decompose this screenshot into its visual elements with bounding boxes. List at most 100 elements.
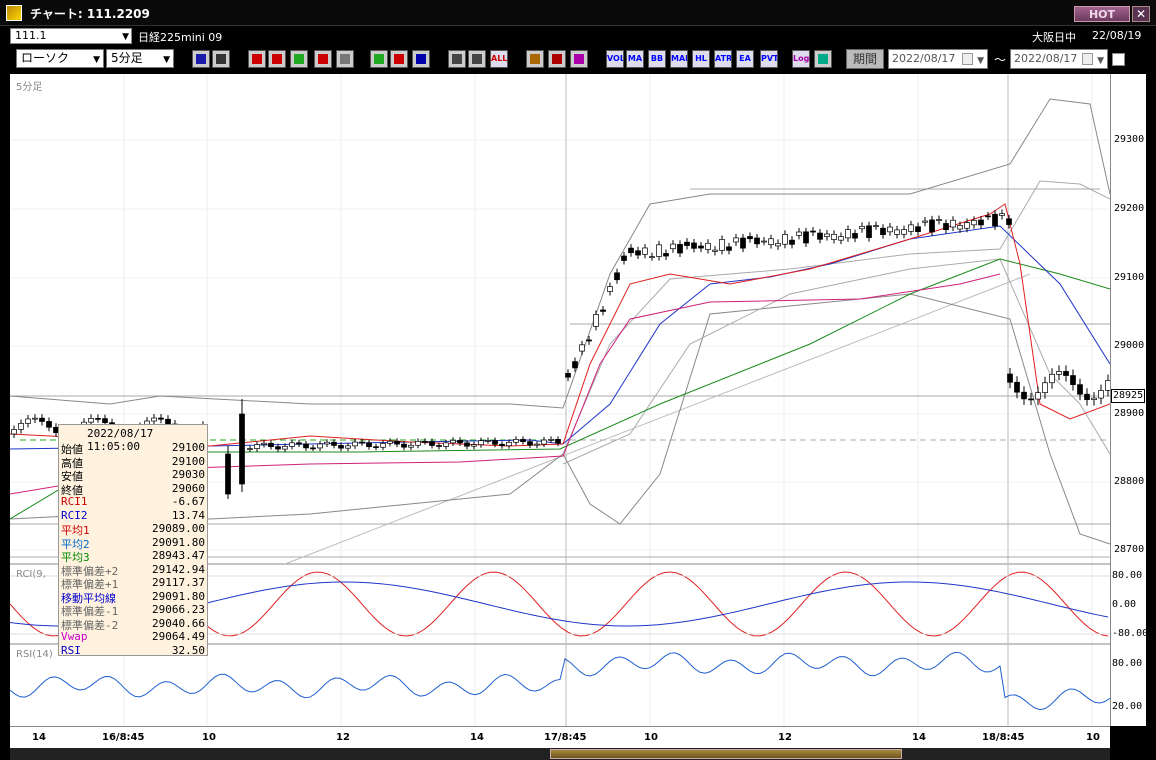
atr-icon[interactable]: ATR <box>714 50 732 68</box>
candle-body <box>46 421 52 428</box>
candle-body <box>520 439 526 442</box>
info-row: RSI 32.50 <box>61 644 207 657</box>
interval-select[interactable]: 5分足 ▼ <box>106 49 174 68</box>
candle-body <box>887 226 893 233</box>
candle-body <box>415 440 421 446</box>
candle-body <box>254 444 260 449</box>
info-row: 標準偏差-1 29066.23 <box>61 603 207 618</box>
wrench-icon[interactable] <box>548 50 566 68</box>
candle-body <box>310 447 316 450</box>
candle-body <box>796 231 802 236</box>
disabled-icon[interactable] <box>336 50 354 68</box>
candle-body <box>817 232 823 240</box>
plus-line-icon[interactable] <box>314 50 332 68</box>
scroll-thumb[interactable] <box>550 749 902 759</box>
info-value: 29030 <box>171 468 205 481</box>
symbol-select[interactable]: 111.1 ▼ <box>10 28 132 44</box>
palette-icon[interactable] <box>570 50 588 68</box>
candle-body <box>373 446 379 449</box>
info-row: 安値 29030 <box>61 468 207 483</box>
candle-body <box>225 453 231 495</box>
period-button[interactable]: 期間 <box>846 49 884 69</box>
candle-body <box>754 237 760 245</box>
log-icon[interactable]: Log <box>792 50 810 68</box>
rsi-line <box>10 651 1110 711</box>
time-axis: 14 16/8:45 10 12 14 17/8:45 10 12 14 18/… <box>10 726 1110 748</box>
candle-body <box>873 225 879 227</box>
info-row: 移動平均線 29091.80 <box>61 590 207 605</box>
candle-body <box>1098 390 1104 399</box>
info-value: 29100 <box>171 441 205 454</box>
date-to-input[interactable]: 2022/08/17 ▼ <box>1010 49 1108 69</box>
candle-body <box>621 255 627 261</box>
price-label: 29300 <box>1114 134 1145 145</box>
info-value: 29064.49 <box>152 630 205 643</box>
info-key: RCI2 <box>61 508 88 522</box>
info-value: 29060 <box>171 481 205 495</box>
mae-icon[interactable]: MAE <box>670 50 688 68</box>
zoom-icon[interactable] <box>192 50 210 68</box>
ea-icon[interactable]: EA <box>736 50 754 68</box>
candle-body <box>670 243 676 250</box>
horizontal-scrollbar[interactable] <box>10 748 1110 760</box>
chart-type-select[interactable]: ローソク ▼ <box>16 49 104 68</box>
candle-body <box>761 240 767 243</box>
vol-icon[interactable]: VOL <box>606 50 624 68</box>
close-icon[interactable]: ✕ <box>1132 6 1150 22</box>
undo-icon[interactable] <box>412 50 430 68</box>
interval-value: 5分足 <box>111 51 143 65</box>
title-bar: チャート: 111.2209 HOT ✕ <box>0 0 1156 26</box>
candle-delete-icon[interactable] <box>468 50 486 68</box>
header-date: 22/08/19 <box>1092 29 1142 42</box>
cursor-icon[interactable] <box>390 50 408 68</box>
pen-icon[interactable] <box>370 50 388 68</box>
candle-body <box>95 418 101 420</box>
candle-body <box>915 226 921 232</box>
info-value: 29100 <box>171 454 205 468</box>
candle-body <box>247 448 253 450</box>
candle-body <box>331 441 337 446</box>
time-label: 10 <box>644 732 658 743</box>
info-row: RCI2 13.74 <box>61 509 207 522</box>
down-arrow-icon[interactable] <box>248 50 266 68</box>
bb-icon[interactable]: BB <box>648 50 666 68</box>
range-checkbox[interactable] <box>1112 53 1125 66</box>
candle-body <box>485 440 491 442</box>
calendar-icon[interactable] <box>962 53 973 65</box>
candle-body <box>866 225 872 238</box>
candle-body <box>705 242 711 250</box>
hl-icon[interactable]: HL <box>692 50 710 68</box>
candle-body <box>39 417 45 422</box>
rci-label: RCI(9, <box>16 569 46 580</box>
candle-body <box>88 418 94 423</box>
candle-body <box>593 314 599 327</box>
date-from-input[interactable]: 2022/08/17 ▼ <box>888 49 988 69</box>
all-icon[interactable]: ALL <box>490 50 508 68</box>
pvt-icon[interactable]: PVT <box>760 50 778 68</box>
magnifier-icon[interactable] <box>268 50 286 68</box>
calendar-icon[interactable] <box>1082 53 1093 65</box>
bar-icon[interactable] <box>212 50 230 68</box>
hot-button[interactable]: HOT <box>1074 6 1130 22</box>
rci-level-label: -80.00 <box>1112 628 1149 639</box>
tool-icon[interactable] <box>526 50 544 68</box>
market-name: 大阪日中 <box>1032 31 1076 44</box>
candle-body <box>572 361 578 369</box>
candle-body <box>268 442 274 448</box>
export-icon[interactable] <box>814 50 832 68</box>
price-label: 29000 <box>1114 340 1145 351</box>
candle-body <box>366 442 372 448</box>
chevron-down-icon: ▼ <box>93 55 100 65</box>
symbol-bar: 111.1 ▼ 日経225mini 09 大阪日中 22/08/19 <box>0 26 1156 46</box>
candle-body <box>11 429 17 435</box>
candle-body <box>684 241 690 246</box>
bars-color-icon[interactable] <box>290 50 308 68</box>
rci-level-label: 0.00 <box>1112 599 1137 610</box>
ma-icon[interactable]: MA <box>626 50 644 68</box>
info-row: 平均3 28943.47 <box>61 549 207 564</box>
info-row: 高値 29100 <box>61 454 207 470</box>
time-label: 17/8:45 <box>544 732 587 743</box>
info-key: Vwap <box>61 630 88 643</box>
candle-icon[interactable] <box>448 50 466 68</box>
candle-body <box>1006 218 1012 225</box>
